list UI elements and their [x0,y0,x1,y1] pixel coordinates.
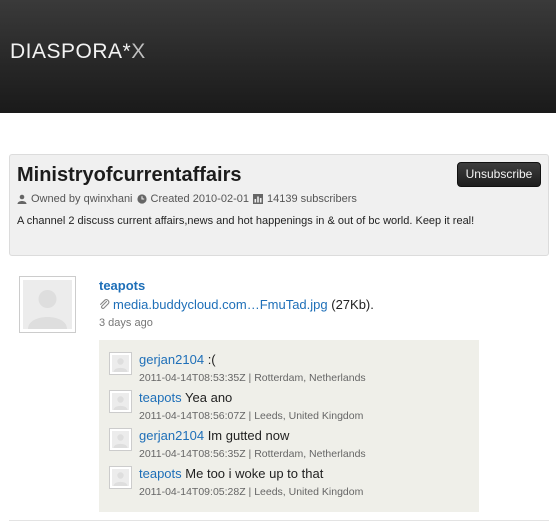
channel-meta: Owned by qwinxhani Created 2010-02-01 14… [17,193,361,205]
diaspora-logo[interactable]: DIASPORA*X [10,40,146,64]
unsubscribe-button[interactable]: Unsubscribe [457,162,541,187]
comment-line: teapots Yea ano [139,390,232,405]
comment-meta: 2011-04-14T08:56:07Z | Leeds, United Kin… [139,410,364,422]
comment-item: gerjan2104 Im gutted now 2011-04-14T08:5… [99,426,479,464]
comment-item: teapots Me too i woke up to that 2011-04… [99,464,479,502]
comment-text: :( [207,352,216,367]
comment-line: gerjan2104 :( [139,352,216,367]
channel-header: Ministryofcurrentaffairs Unsubscribe Own… [9,154,549,256]
channel-owner: Owned by qwinxhani [31,193,133,205]
comment-text: Yea ano [185,390,233,405]
logo-main: DIASPORA* [10,40,132,63]
comment-meta: 2011-04-14T09:05:28Z | Leeds, United Kin… [139,486,364,498]
bar-chart-icon [252,194,263,204]
top-bar: DIASPORA*X [0,0,556,113]
comment-author-link[interactable]: gerjan2104 [139,428,204,443]
comment-avatar[interactable] [109,390,132,413]
comment-avatar[interactable] [109,466,132,489]
attachment-link[interactable]: media.buddycloud.com…FmuTad.jpg [113,297,328,312]
comments-list: gerjan2104 :( 2011-04-14T08:53:35Z | Rot… [99,340,479,512]
logo-suffix: X [131,40,146,63]
comment-text: Im gutted now [207,428,290,443]
paperclip-icon [100,299,110,309]
comment-author-link[interactable]: gerjan2104 [139,352,204,367]
channel-title: Ministryofcurrentaffairs [17,164,242,186]
comment-author-link[interactable]: teapots [139,390,182,405]
channel-subscribers: 14139 subscribers [266,193,357,205]
channel-description: A channel 2 discuss current affairs,news… [17,215,475,227]
divider [9,520,549,521]
comment-line: gerjan2104 Im gutted now [139,428,289,443]
post-time: 3 days ago [99,317,153,329]
channel-created: Created 2010-02-01 [150,193,249,205]
comment-line: teapots Me too i woke up to that [139,466,323,481]
comment-meta: 2011-04-14T08:56:35Z | Rotterdam, Nether… [139,448,366,460]
default-avatar-icon [112,469,129,486]
comment-text: Me too i woke up to that [185,466,324,481]
user-icon [17,194,27,204]
post-author-link[interactable]: teapots [99,278,145,293]
post-attachment: media.buddycloud.com…FmuTad.jpg (27Kb). [99,297,374,312]
default-avatar-icon [112,393,129,410]
comment-author-link[interactable]: teapots [139,466,182,481]
post-avatar[interactable] [19,276,76,333]
comment-item: teapots Yea ano 2011-04-14T08:56:07Z | L… [99,388,479,426]
comment-avatar[interactable] [109,428,132,451]
comment-meta: 2011-04-14T08:53:35Z | Rotterdam, Nether… [139,372,366,384]
default-avatar-icon [112,431,129,448]
default-avatar-icon [23,280,72,329]
clock-icon [136,194,147,204]
default-avatar-icon [112,355,129,372]
comment-avatar[interactable] [109,352,132,375]
attachment-size: (27Kb). [331,297,374,312]
comment-item: gerjan2104 :( 2011-04-14T08:53:35Z | Rot… [99,350,479,388]
